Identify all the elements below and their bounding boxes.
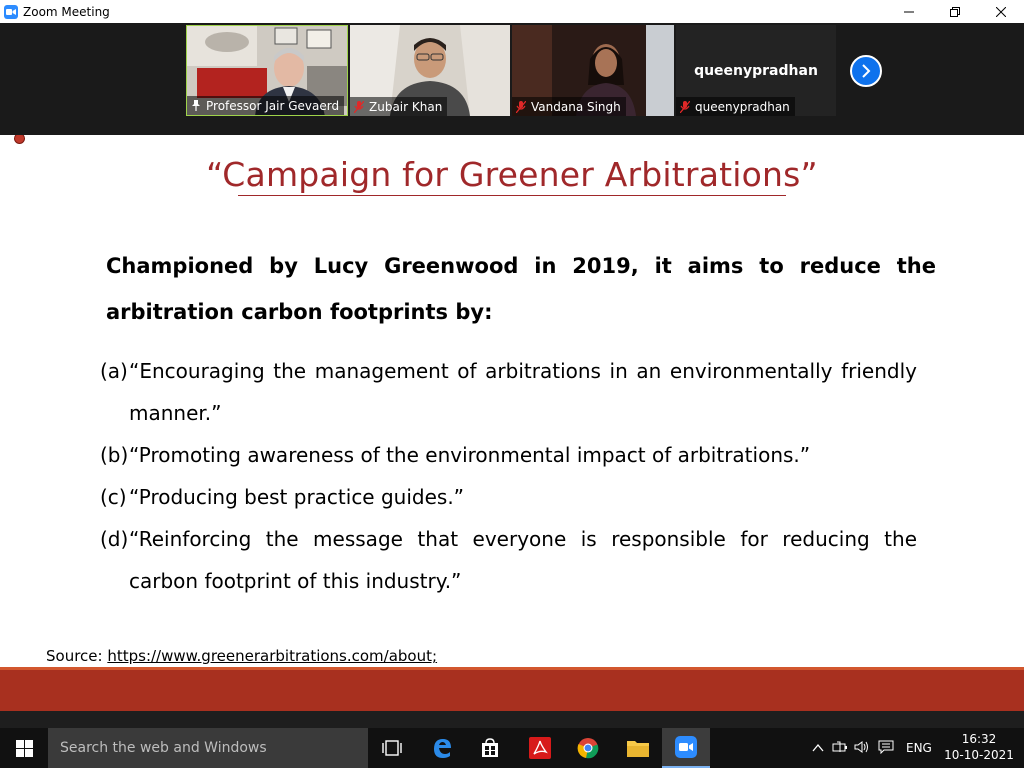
shared-slide: “Campaign for Greener Arbitrations” Cham… [0, 135, 1024, 711]
close-icon [996, 6, 1006, 17]
minimize-button[interactable] [886, 0, 932, 23]
list-item-text: “Reinforcing the message that everyone i… [129, 527, 917, 593]
participant-tile-4[interactable]: queenypradhan queenypradhan [676, 25, 836, 116]
participant-name-tag: Zubair Khan [350, 97, 448, 116]
taskbar-search-box[interactable]: Search the web and Windows [48, 728, 368, 768]
list-item-text: “Encouraging the management of arbitrati… [129, 359, 917, 425]
taskbar: Search the web and Windows ENG 16:32 10-… [0, 711, 1024, 768]
window-controls [886, 0, 1024, 23]
slide-footer-band [0, 667, 1024, 711]
close-button[interactable] [978, 0, 1024, 23]
source-label: Source: [46, 647, 108, 665]
chrome-button[interactable] [564, 728, 612, 768]
task-view-button[interactable] [368, 728, 416, 768]
chrome-icon [577, 738, 599, 759]
slide-title: “Campaign for Greener Arbitrations” [206, 155, 818, 194]
pdf-icon [529, 737, 551, 759]
slide-lead-text: Championed by Lucy Greenwood in 2019, it… [106, 254, 936, 324]
volume-icon[interactable] [854, 740, 870, 756]
restore-icon [950, 6, 960, 17]
title-underline [238, 195, 786, 196]
minimize-icon [904, 11, 914, 12]
participant-tile-2[interactable]: Zubair Khan [350, 25, 510, 116]
participant-name-tag: Professor Jair Gevaerd [187, 96, 345, 115]
zoom-icon [675, 736, 697, 758]
list-item-text: “Producing best practice guides.” [129, 485, 465, 509]
next-page-button[interactable] [850, 55, 882, 87]
edge-browser-button[interactable] [418, 728, 466, 768]
video-strip: Professor Jair Gevaerd Zubair Khan Vanda… [0, 23, 1024, 135]
source-note: Source: https://www.greenerarbitrations.… [46, 647, 437, 665]
slide-item-list: (a) “Encouraging the management of arbit… [100, 350, 917, 602]
notification-icon[interactable] [878, 740, 894, 757]
task-view-icon [382, 740, 402, 756]
participant-name-tag: Vandana Singh [512, 97, 626, 116]
list-item-label: (c) [100, 485, 127, 509]
participant-display-name: queenypradhan [694, 63, 818, 79]
muted-mic-icon [680, 100, 690, 113]
participant-name-tag: queenypradhan [676, 97, 795, 116]
clock-date: 10-10-2021 [944, 748, 1014, 762]
start-button[interactable] [0, 728, 48, 768]
list-item: (d) “Reinforcing the message that everyo… [100, 518, 917, 602]
list-item: (c) “Producing best practice guides.” [100, 476, 917, 518]
zoom-taskbar-button[interactable] [662, 728, 710, 768]
participant-tile-3[interactable]: Vandana Singh [512, 25, 674, 116]
recording-indicator-icon [14, 135, 25, 144]
file-explorer-button[interactable] [614, 728, 662, 768]
windows-logo-icon [15, 739, 33, 757]
battery-icon[interactable] [832, 741, 848, 756]
zoom-app-icon [4, 4, 18, 19]
language-indicator[interactable]: ENG [906, 741, 932, 755]
restore-button[interactable] [932, 0, 978, 23]
participant-tile-1[interactable]: Professor Jair Gevaerd [186, 25, 348, 116]
chevron-right-icon [862, 64, 871, 78]
list-item-label: (d) [100, 527, 129, 551]
folder-icon [627, 741, 649, 757]
list-item-label: (b) [100, 443, 129, 467]
acrobat-button[interactable] [516, 728, 564, 768]
source-link[interactable]: https://www.greenerarbitrations.com/abou… [107, 647, 437, 665]
clock[interactable]: 16:32 10-10-2021 [944, 731, 1014, 763]
store-button[interactable] [466, 728, 514, 768]
list-item: (a) “Encouraging the management of arbit… [100, 350, 917, 434]
edge-icon [434, 739, 451, 758]
clock-time: 16:32 [961, 732, 997, 746]
window-title: Zoom Meeting [23, 4, 110, 19]
chevron-up-icon[interactable] [812, 741, 824, 755]
title-bar: Zoom Meeting [0, 0, 1024, 23]
store-icon [482, 738, 498, 757]
list-item-text: “Promoting awareness of the environmenta… [129, 443, 811, 467]
pin-icon [191, 100, 201, 111]
list-item-label: (a) [100, 359, 128, 383]
muted-mic-icon [354, 100, 364, 113]
system-tray: ENG [812, 728, 932, 768]
list-item: (b) “Promoting awareness of the environm… [100, 434, 917, 476]
muted-mic-icon [516, 100, 526, 113]
search-placeholder: Search the web and Windows [60, 740, 267, 756]
